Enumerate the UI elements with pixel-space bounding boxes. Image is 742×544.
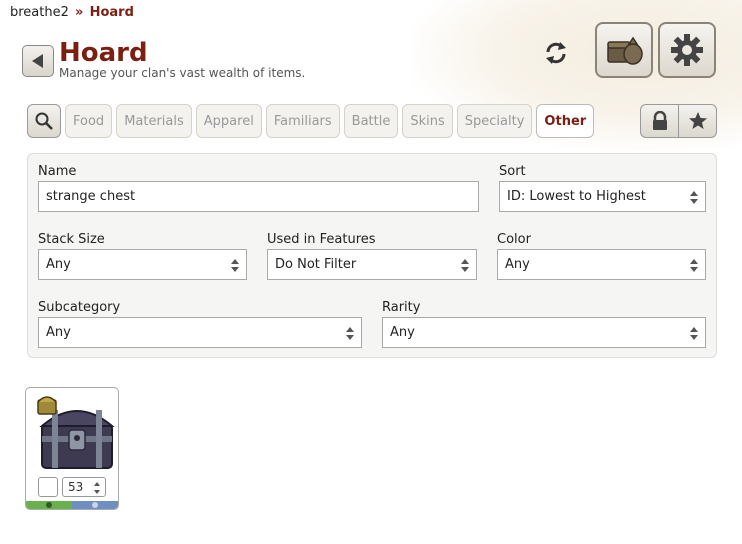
- strange-chest-icon[interactable]: [36, 392, 116, 472]
- color-select[interactable]: Any: [497, 249, 706, 280]
- green-status-segment: [26, 501, 72, 509]
- item-status-bar: [26, 501, 118, 509]
- sort-select[interactable]: ID: Lowest to Highest: [499, 181, 706, 212]
- blue-status-icon: [92, 502, 98, 508]
- breadcrumb-current: Hoard: [89, 5, 134, 20]
- sort-label: Sort: [499, 164, 526, 179]
- rarity-select[interactable]: Any: [382, 317, 706, 348]
- back-arrow-icon: [31, 54, 43, 68]
- rarity-label: Rarity: [382, 300, 421, 315]
- tab-food[interactable]: Food: [65, 104, 113, 138]
- tab-battle[interactable]: Battle: [343, 104, 399, 138]
- subcategory-select[interactable]: Any: [38, 317, 362, 348]
- stepper-arrows-icon[interactable]: [93, 481, 101, 495]
- lock-icon: [652, 111, 667, 130]
- stack-size-select[interactable]: Any: [38, 249, 247, 280]
- blue-status-segment: [72, 501, 118, 509]
- color-label: Color: [497, 232, 531, 247]
- quantity-value: 53: [68, 480, 84, 494]
- tab-skins[interactable]: Skins: [402, 104, 453, 138]
- settings-button[interactable]: [658, 22, 716, 78]
- search-toggle-button[interactable]: [27, 104, 61, 138]
- search-icon: [35, 112, 53, 130]
- back-button[interactable]: [22, 45, 54, 77]
- gear-icon: [671, 34, 703, 66]
- lock-favorite-group: [640, 104, 717, 138]
- tab-specialty[interactable]: Specialty: [456, 104, 533, 138]
- category-tabs: Food Materials Apparel Familiars Battle …: [27, 104, 595, 138]
- subcategory-label: Subcategory: [38, 300, 121, 315]
- favorite-button[interactable]: [679, 105, 716, 137]
- lock-button[interactable]: [641, 105, 679, 137]
- tab-other[interactable]: Other: [536, 104, 595, 138]
- name-label: Name: [38, 164, 77, 179]
- page-title: Hoard: [59, 38, 148, 68]
- breadcrumb-separator: »: [75, 5, 84, 20]
- page-subtitle: Manage your clan's vast wealth of items.: [59, 66, 306, 80]
- breadcrumb-user[interactable]: breathe2: [10, 5, 69, 20]
- treasure-sack-icon: [607, 36, 643, 65]
- features-select[interactable]: Do Not Filter: [267, 249, 477, 280]
- treasure-button[interactable]: [595, 22, 653, 78]
- item-card[interactable]: 53: [25, 387, 119, 510]
- stack-size-label: Stack Size: [38, 232, 105, 247]
- breadcrumb: breathe2 » Hoard: [10, 5, 134, 20]
- tab-familiars[interactable]: Familiars: [265, 104, 340, 138]
- name-input[interactable]: strange chest: [38, 181, 479, 212]
- refresh-icon[interactable]: [543, 40, 569, 66]
- features-label: Used in Features: [267, 232, 376, 247]
- star-icon: [688, 112, 707, 129]
- quantity-stepper[interactable]: 53: [62, 477, 106, 497]
- tab-materials[interactable]: Materials: [116, 104, 192, 138]
- item-select-checkbox[interactable]: [38, 477, 58, 497]
- green-status-icon: [46, 502, 52, 508]
- tab-apparel[interactable]: Apparel: [195, 104, 262, 138]
